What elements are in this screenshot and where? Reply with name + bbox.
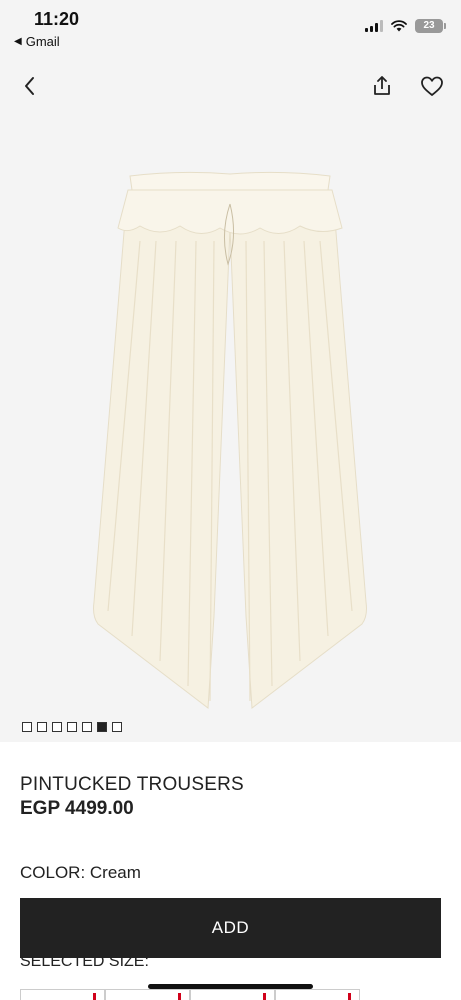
pagination-dot[interactable]: [67, 722, 77, 732]
pagination-dot[interactable]: [82, 722, 92, 732]
wifi-icon: [391, 20, 407, 32]
add-to-bag-button[interactable]: ADD: [20, 898, 441, 958]
clock: 11:20: [34, 9, 80, 29]
chevron-left-icon[interactable]: [18, 74, 42, 98]
back-app-label: Gmail: [25, 34, 60, 49]
home-indicator: [148, 984, 313, 989]
pagination-dot[interactable]: [52, 722, 62, 732]
size-option[interactable]: [105, 989, 190, 1000]
pagination-dot[interactable]: [37, 722, 47, 732]
status-icons: 23: [365, 19, 446, 33]
size-option[interactable]: [20, 989, 105, 1000]
product-title: PINTUCKED TROUSERS: [20, 774, 244, 795]
gallery-pagination[interactable]: [22, 722, 122, 732]
product-image: [93, 171, 367, 709]
size-options[interactable]: [20, 989, 360, 1000]
size-option[interactable]: [190, 989, 275, 1000]
selected-size-label: SELECTED SIZE:: [20, 953, 149, 970]
battery-icon: 23: [415, 19, 446, 33]
pagination-dot[interactable]: [112, 722, 122, 732]
product-price: EGP 4499.00: [20, 798, 134, 819]
heart-icon[interactable]: [419, 74, 445, 98]
signal-icon: [365, 20, 383, 32]
size-option[interactable]: [275, 989, 360, 1000]
pagination-dot-active[interactable]: [97, 722, 107, 732]
back-triangle-icon: ◀: [14, 36, 22, 47]
product-gallery[interactable]: [0, 56, 461, 742]
back-to-app-link[interactable]: ◀ Gmail: [14, 34, 60, 49]
pagination-dot[interactable]: [22, 722, 32, 732]
status-bar: 11:20 ◀ Gmail 23: [0, 0, 461, 56]
share-icon[interactable]: [370, 74, 394, 98]
color-selection: COLOR: Cream: [20, 863, 141, 882]
